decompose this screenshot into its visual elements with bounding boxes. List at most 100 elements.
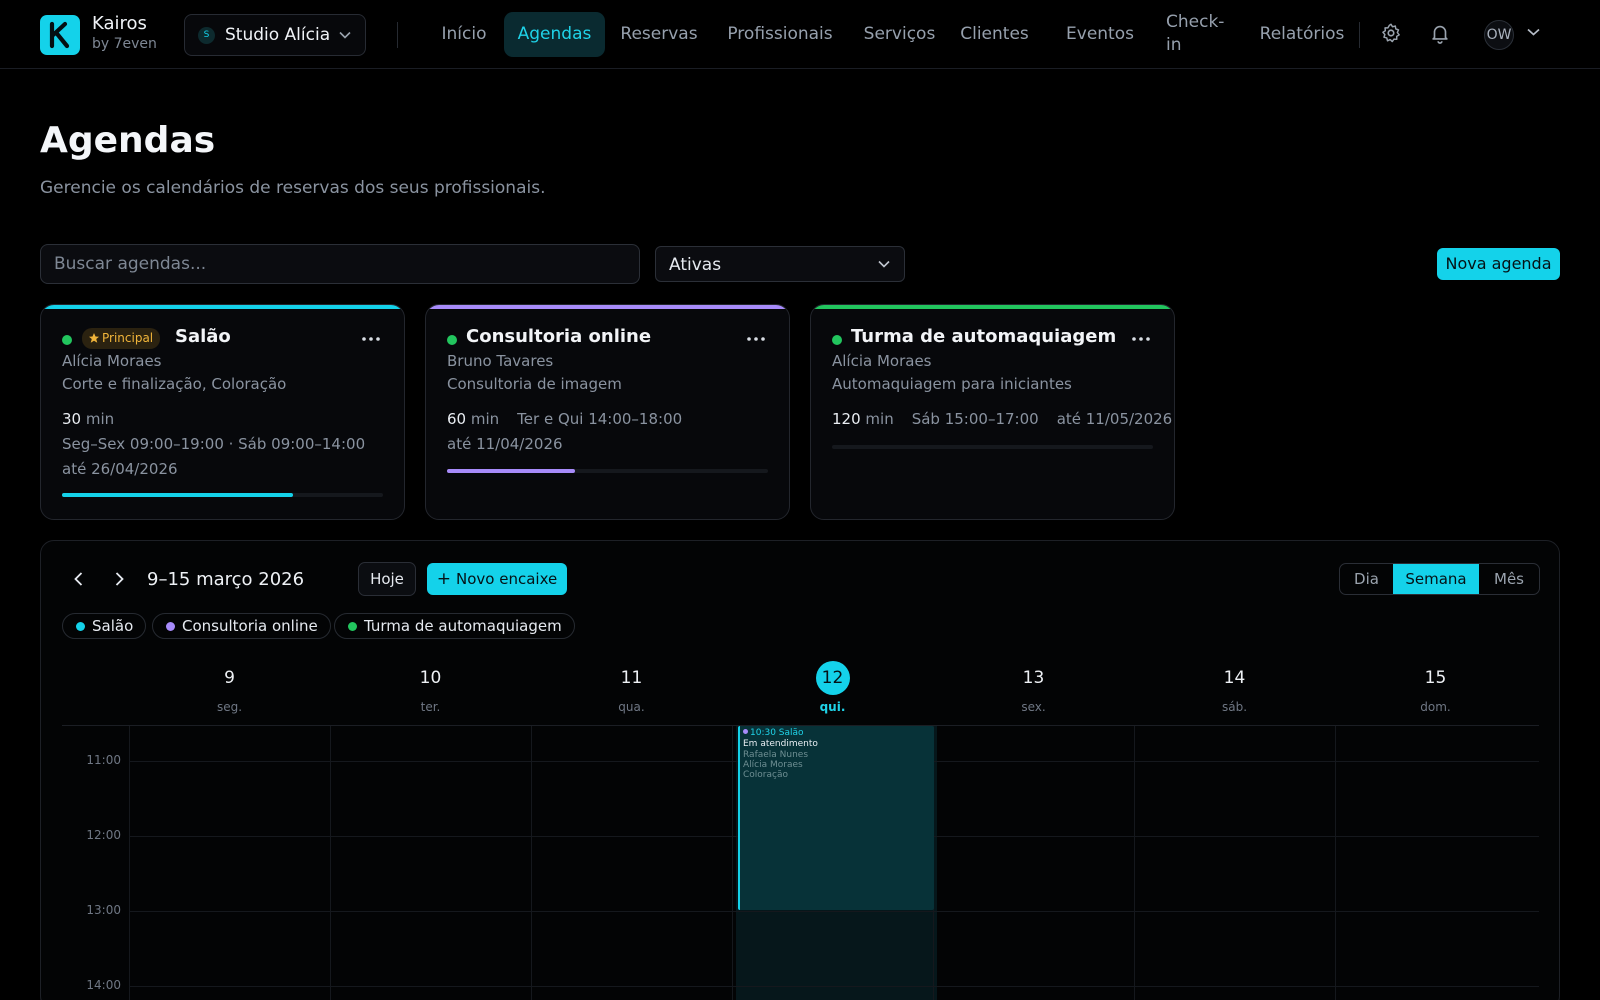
- day-header[interactable]: 9 seg.: [129, 661, 330, 714]
- user-avatar[interactable]: OW: [1484, 20, 1514, 50]
- workspace-avatar: S: [198, 27, 215, 44]
- new-slot-button[interactable]: + Novo encaixe: [427, 563, 567, 595]
- agenda-card-automaquiagem[interactable]: Turma de automaquiagem Alícia Moraes Aut…: [810, 304, 1175, 520]
- legend-dot: [348, 622, 357, 631]
- card-services: Corte e finalização, Coloração: [62, 375, 287, 393]
- nav-relatorios[interactable]: Relatórios: [1258, 12, 1346, 57]
- nav-clientes[interactable]: Clientes: [957, 12, 1032, 57]
- kairos-logo[interactable]: [40, 15, 80, 55]
- gear-icon[interactable]: [1380, 22, 1402, 44]
- day-header[interactable]: 15 dom.: [1335, 661, 1536, 714]
- search-input[interactable]: [40, 244, 640, 284]
- card-professional: Bruno Tavares: [447, 352, 554, 370]
- divider: [1359, 22, 1360, 48]
- card-accent: [41, 305, 404, 309]
- more-options-icon[interactable]: [747, 337, 765, 341]
- legend-label: Salão: [92, 617, 134, 635]
- card-services: Automaquiagem para iniciantes: [832, 375, 1072, 393]
- agenda-card-consultoria[interactable]: Consultoria online Bruno Tavares Consult…: [425, 304, 790, 520]
- event-time-label: 10:30 Salão: [750, 728, 804, 738]
- brand: Kairos by 7even: [92, 13, 157, 52]
- duration-value: 30: [62, 410, 82, 428]
- star-icon: [89, 333, 99, 343]
- legend-consultoria[interactable]: Consultoria online: [152, 613, 331, 639]
- view-week[interactable]: Semana: [1393, 564, 1479, 594]
- day-header[interactable]: 13 sex.: [933, 661, 1134, 714]
- legend-dot: [76, 622, 85, 631]
- grid-line: [1335, 726, 1336, 1000]
- event-dot: [743, 729, 748, 734]
- day-name: sex.: [1021, 700, 1046, 714]
- nav-checkin-line-2: in: [1166, 35, 1182, 55]
- status-filter-value: Ativas: [669, 255, 722, 275]
- badge-label: Principal: [102, 331, 154, 345]
- card-until: até 11/04/2026: [447, 435, 563, 453]
- card-professional: Alícia Moraes: [832, 352, 932, 370]
- grid-line: [330, 726, 331, 1000]
- legend-dot: [166, 622, 175, 631]
- new-agenda-button[interactable]: Nova agenda: [1437, 248, 1560, 280]
- view-month[interactable]: Mês: [1479, 564, 1539, 594]
- card-schedule: Sáb 15:00–17:00: [911, 410, 1039, 428]
- progress-fill: [447, 469, 576, 473]
- grid-line: [531, 726, 532, 1000]
- bell-icon[interactable]: [1429, 22, 1451, 44]
- view-toggle: Dia Semana Mês: [1339, 563, 1540, 595]
- principal-badge: Principal: [82, 328, 161, 349]
- chevron-left-icon[interactable]: [69, 569, 89, 589]
- today-button[interactable]: Hoje: [358, 562, 416, 596]
- hour-label: 12:00: [86, 828, 121, 842]
- status-dot: [832, 335, 842, 345]
- progress-fill: [62, 493, 294, 497]
- legend-salao[interactable]: Salão: [62, 613, 147, 639]
- chevron-down-icon[interactable]: [1527, 28, 1540, 36]
- more-options-icon[interactable]: [362, 337, 380, 341]
- duration-value: 120: [832, 410, 861, 428]
- nav-reservas[interactable]: Reservas: [612, 12, 706, 57]
- more-options-icon[interactable]: [1132, 337, 1150, 341]
- nav-servicos[interactable]: Serviços: [856, 12, 943, 57]
- brand-name: Kairos: [92, 13, 147, 34]
- card-until: até 11/05/2026: [1056, 410, 1173, 428]
- nav-eventos[interactable]: Eventos: [1061, 12, 1139, 57]
- duration-unit: min: [85, 410, 115, 428]
- day-number: 11: [620, 668, 643, 688]
- legend-label: Turma de automaquiagem: [364, 617, 562, 635]
- brand-subtitle: by 7even: [92, 36, 157, 52]
- chevron-down-icon: [878, 260, 890, 268]
- day-header[interactable]: 14 sáb.: [1134, 661, 1335, 714]
- grid-line: [129, 986, 1539, 987]
- agenda-card-salao[interactable]: Principal Salão Alícia Moraes Corte e fi…: [40, 304, 405, 520]
- k-logo-icon: [49, 21, 70, 49]
- page-title: Agendas: [40, 120, 216, 161]
- event-client: Rafaela Nunes: [743, 750, 809, 760]
- nav-agendas[interactable]: Agendas: [504, 12, 605, 57]
- nav-checkin[interactable]: Check- in: [1166, 11, 1236, 56]
- nav-inicio[interactable]: Início: [430, 12, 498, 57]
- calendar-panel: 9–15 março 2026 Hoje + Novo encaixe Dia S…: [40, 540, 1560, 1000]
- day-header[interactable]: 11 qua.: [531, 661, 732, 714]
- card-services: Consultoria de imagem: [447, 375, 622, 393]
- hour-label: 11:00: [86, 753, 121, 767]
- event-status: Em atendimento: [743, 739, 818, 749]
- page-subtitle: Gerencie os calendários de reservas dos …: [40, 178, 546, 198]
- progress-bar: [62, 493, 383, 497]
- day-header-today[interactable]: 12 qui.: [732, 661, 933, 714]
- day-header[interactable]: 10 ter.: [330, 661, 531, 714]
- chevron-down-icon: [339, 31, 351, 39]
- card-duration-schedule: 120 min Sáb 15:00–17:00 até 11/05/2026: [832, 410, 1172, 428]
- nav-profissionais[interactable]: Profissionais: [718, 12, 842, 57]
- view-day[interactable]: Dia: [1340, 564, 1393, 594]
- nav-checkin-line-1: Check-: [1166, 12, 1225, 32]
- calendar-event[interactable]: 10:30 Salão Em atendimento Rafaela Nunes…: [738, 726, 934, 910]
- day-number: 14: [1223, 668, 1246, 688]
- hour-label: 14:00: [86, 978, 121, 992]
- card-schedule: Seg–Sex 09:00–19:00 · Sáb 09:00–14:00: [62, 435, 366, 453]
- status-filter-select[interactable]: Ativas: [655, 246, 905, 282]
- workspace-switcher[interactable]: S Studio Alícia: [184, 14, 366, 56]
- grid-line: [129, 911, 1539, 912]
- day-number: 10: [419, 668, 442, 688]
- card-duration: 30 min: [62, 410, 114, 428]
- legend-automaquiagem[interactable]: Turma de automaquiagem: [334, 613, 575, 639]
- chevron-right-icon[interactable]: [109, 569, 129, 589]
